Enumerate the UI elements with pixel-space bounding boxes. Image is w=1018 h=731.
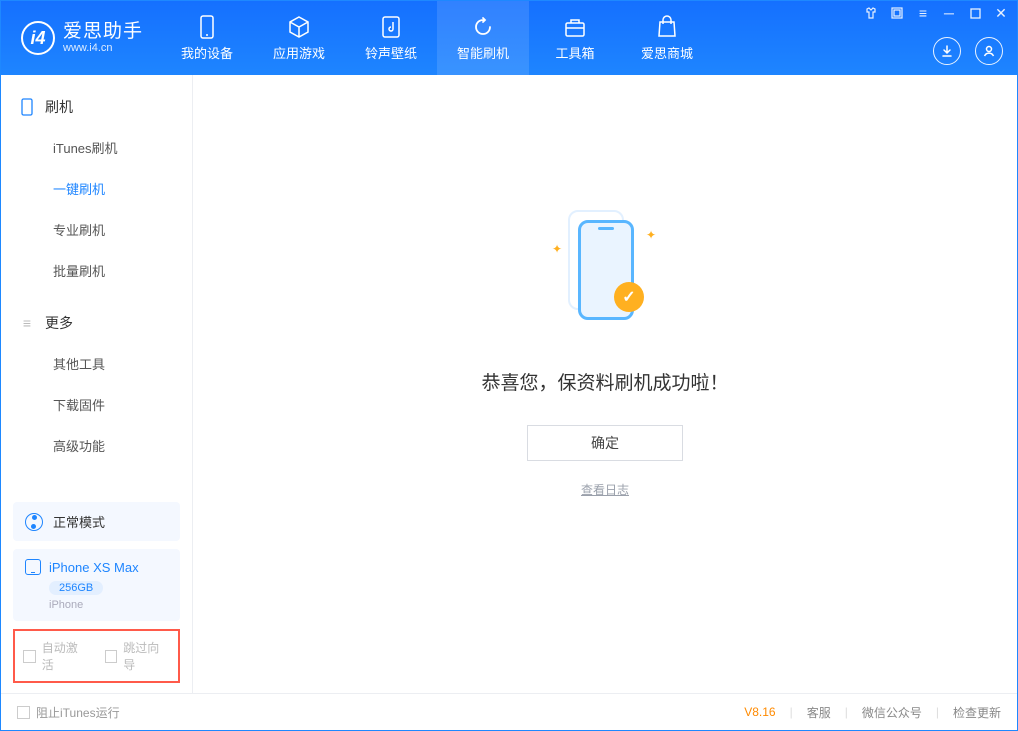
- checkbox-skip-wizard[interactable]: 跳过向导: [105, 639, 171, 673]
- sidebar-item-pro-flash[interactable]: 专业刷机: [1, 209, 192, 250]
- sidebar: 刷机 iTunes刷机 一键刷机 专业刷机 批量刷机 ≡ 更多 其他工具 下载固…: [1, 75, 193, 693]
- sidebar-item-advanced[interactable]: 高级功能: [1, 425, 192, 466]
- sidebar-item-download-firmware[interactable]: 下载固件: [1, 384, 192, 425]
- link-support[interactable]: 客服: [807, 704, 831, 721]
- storage-badge: 256GB: [49, 581, 103, 595]
- nav-label: 爱思商城: [641, 43, 693, 62]
- sidebar-item-other-tools[interactable]: 其他工具: [1, 343, 192, 384]
- sidebar-item-itunes-flash[interactable]: iTunes刷机: [1, 127, 192, 168]
- sparkle-icon: ✦: [552, 242, 562, 256]
- download-button[interactable]: [933, 37, 961, 65]
- menu-icon[interactable]: ≡: [915, 5, 931, 21]
- checkbox-block-itunes[interactable]: 阻止iTunes运行: [17, 704, 120, 721]
- success-title: 恭喜您，保资料刷机成功啦！: [481, 368, 728, 395]
- status-bar: 阻止iTunes运行 V8.16 | 客服 | 微信公众号 | 检查更新: [1, 693, 1017, 730]
- window-controls: ≡ ─ ✕: [863, 5, 1009, 21]
- options-box: 自动激活 跳过向导: [13, 629, 180, 683]
- nav-smart-flash[interactable]: 智能刷机: [437, 1, 529, 75]
- list-icon: ≡: [19, 315, 35, 331]
- nav-label: 工具箱: [556, 43, 595, 62]
- checkbox-label: 阻止iTunes运行: [36, 704, 120, 721]
- refresh-icon: [471, 15, 495, 39]
- nav-label: 铃声壁纸: [365, 43, 417, 62]
- music-icon: [379, 15, 403, 39]
- feedback-icon[interactable]: [889, 5, 905, 21]
- checkbox-icon: [23, 650, 36, 663]
- device-small-icon: [25, 559, 41, 575]
- version-label: V8.16: [744, 705, 775, 719]
- checkbox-label: 跳过向导: [123, 639, 170, 673]
- checkbox-label: 自动激活: [42, 639, 89, 673]
- nav-my-device[interactable]: 我的设备: [161, 1, 253, 75]
- success-illustration: ✦ ✦ ✓: [560, 210, 650, 340]
- logo-icon: i4: [21, 21, 55, 55]
- maximize-button[interactable]: [967, 5, 983, 21]
- section-more: ≡ 更多: [1, 309, 192, 343]
- main-nav: 我的设备 应用游戏 铃声壁纸 智能刷机 工具箱 爱思商城: [161, 1, 713, 75]
- section-flash: 刷机: [1, 93, 192, 127]
- ok-button[interactable]: 确定: [527, 425, 683, 461]
- minimize-button[interactable]: ─: [941, 5, 957, 21]
- checkbox-icon: [105, 650, 118, 663]
- section-title: 刷机: [45, 97, 73, 117]
- phone-outline-icon: [19, 99, 35, 115]
- main-content: ✦ ✦ ✓ 恭喜您，保资料刷机成功啦！ 确定 查看日志: [193, 75, 1017, 693]
- device-type: iPhone: [49, 599, 168, 611]
- nav-label: 应用游戏: [273, 43, 325, 62]
- device-icon: [195, 15, 219, 39]
- nav-store[interactable]: 爱思商城: [621, 1, 713, 75]
- device-card[interactable]: iPhone XS Max 256GB iPhone: [13, 549, 180, 621]
- nav-label: 我的设备: [181, 43, 233, 62]
- nav-apps-games[interactable]: 应用游戏: [253, 1, 345, 75]
- shirt-icon[interactable]: [863, 5, 879, 21]
- sidebar-item-batch-flash[interactable]: 批量刷机: [1, 250, 192, 291]
- close-button[interactable]: ✕: [993, 5, 1009, 21]
- header-actions: [933, 37, 1003, 65]
- app-title: 爱思助手: [63, 22, 143, 43]
- nav-ring-wallpaper[interactable]: 铃声壁纸: [345, 1, 437, 75]
- mode-label: 正常模式: [53, 512, 105, 531]
- view-log-link[interactable]: 查看日志: [581, 481, 629, 498]
- checkbox-auto-activate[interactable]: 自动激活: [23, 639, 89, 673]
- checkbox-icon: [17, 706, 30, 719]
- mode-card[interactable]: 正常模式: [13, 502, 180, 541]
- mode-icon: [25, 513, 43, 531]
- cube-icon: [287, 15, 311, 39]
- section-title: 更多: [45, 313, 73, 333]
- sidebar-item-oneclick-flash[interactable]: 一键刷机: [1, 168, 192, 209]
- check-badge-icon: ✓: [614, 282, 644, 312]
- nav-toolbox[interactable]: 工具箱: [529, 1, 621, 75]
- device-name: iPhone XS Max: [49, 560, 139, 575]
- link-check-update[interactable]: 检查更新: [953, 704, 1001, 721]
- nav-label: 智能刷机: [457, 43, 509, 62]
- title-bar: i4 爱思助手 www.i4.cn 我的设备 应用游戏 铃声壁纸 智能刷机 工具…: [1, 1, 1017, 75]
- link-wechat[interactable]: 微信公众号: [862, 704, 922, 721]
- toolbox-icon: [563, 15, 587, 39]
- app-logo: i4 爱思助手 www.i4.cn: [1, 21, 161, 55]
- bag-icon: [655, 15, 679, 39]
- user-button[interactable]: [975, 37, 1003, 65]
- sparkle-icon: ✦: [646, 228, 656, 242]
- app-subtitle: www.i4.cn: [63, 42, 143, 54]
